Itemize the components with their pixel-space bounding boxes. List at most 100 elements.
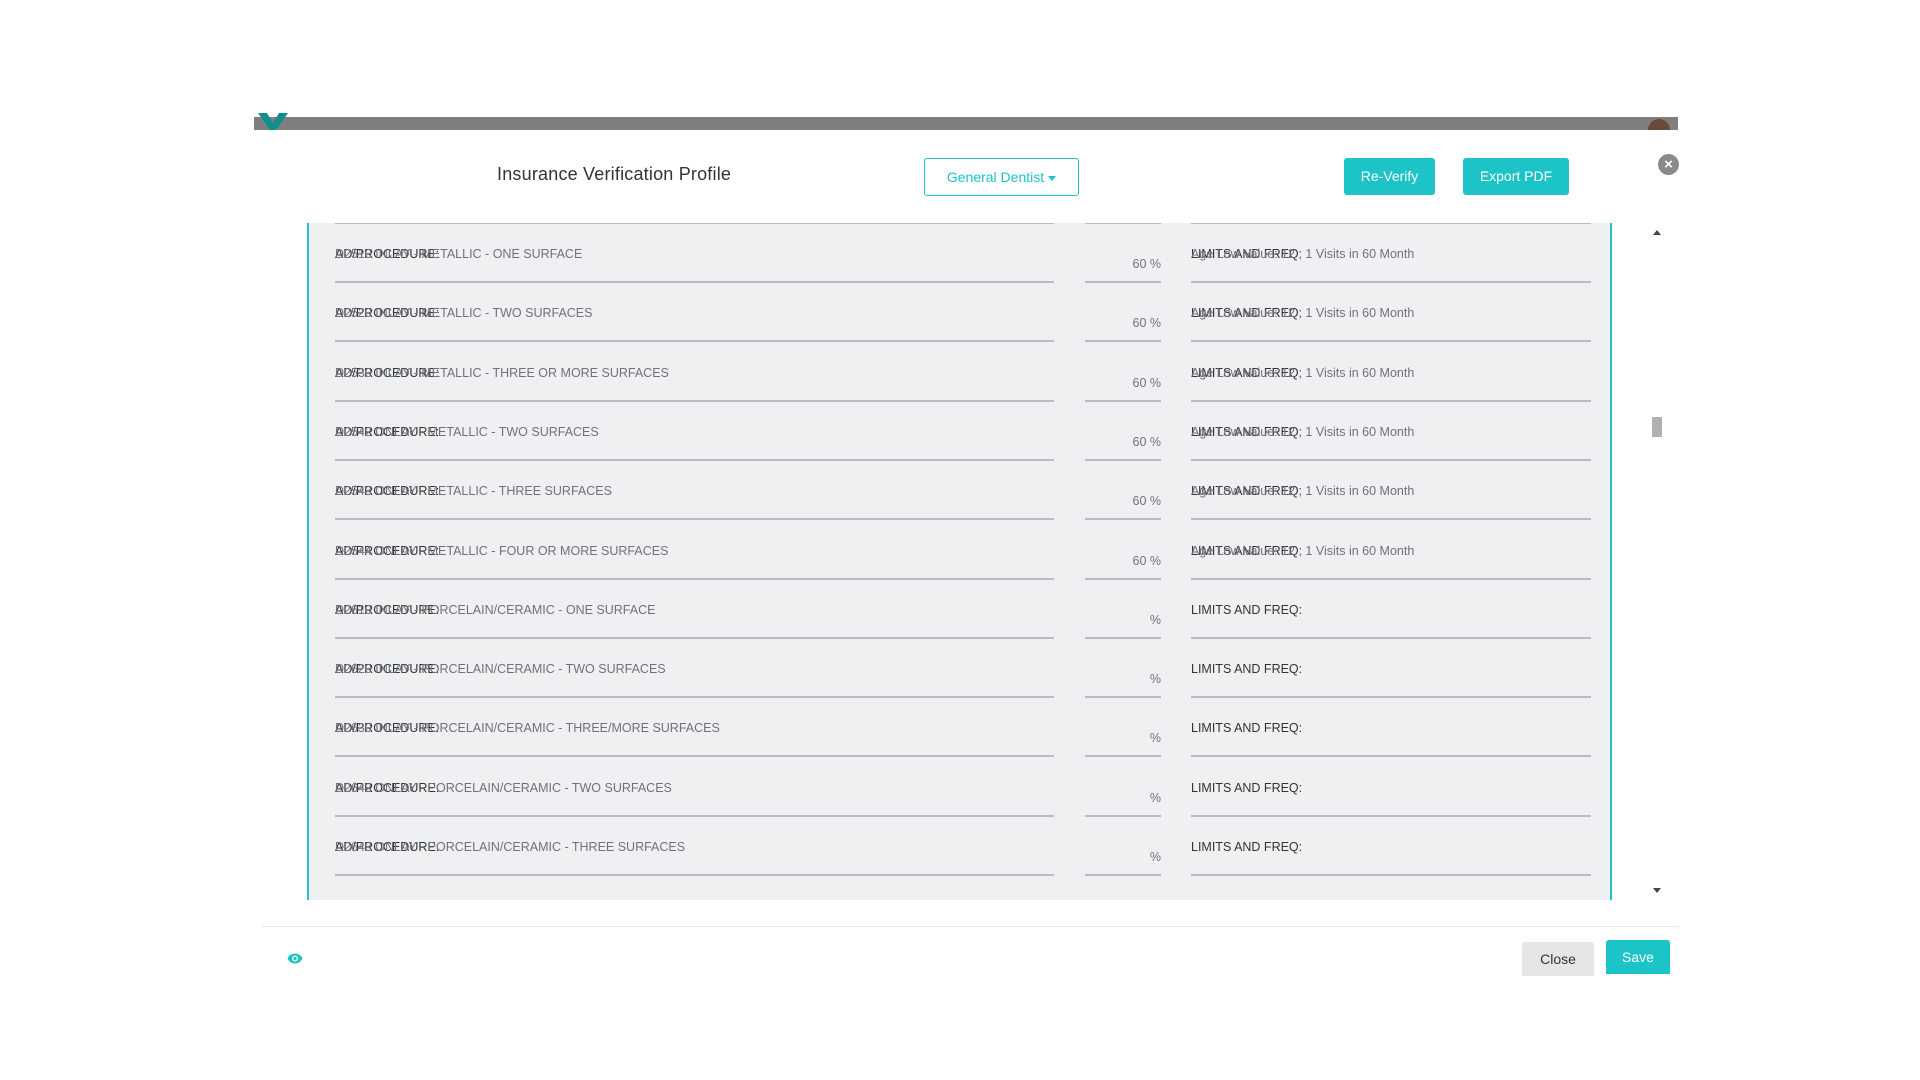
scrollbar[interactable] bbox=[1652, 227, 1662, 895]
limits-field[interactable]: LIMITS AND FREQ: bbox=[1191, 777, 1591, 817]
coverage-percent-field[interactable]: 60 % bbox=[1085, 540, 1161, 580]
procedure-field[interactable]: AD/PROCEDURE: D2610 INLAY - PORCELAIN/CE… bbox=[335, 599, 1054, 639]
scroll-up-arrow-icon[interactable] bbox=[1653, 230, 1661, 235]
procedure-value: D2510 INLAY - METALLIC - ONE SURFACE bbox=[335, 247, 583, 261]
table-row: AD/PROCEDURE: D2543 ONLAY - METALLIC - T… bbox=[335, 480, 1591, 521]
limits-value: Age Low Value: 12 ; 1 Visits in 60 Month bbox=[1191, 543, 1415, 558]
table-row: AD/PROCEDURE: D2510 INLAY - METALLIC - O… bbox=[335, 243, 1591, 283]
table-row: AD/PROCEDURE: D2630 INLAY - PORCELAIN/CE… bbox=[335, 717, 1591, 758]
limits-value: Age Low Value: 12 ; 1 Visits in 60 Month bbox=[1191, 365, 1415, 380]
coverage-percent-field[interactable]: % bbox=[1085, 599, 1161, 639]
insurance-verification-modal: Insurance Verification Profile General D… bbox=[254, 130, 1679, 976]
limits-field[interactable]: LIMITS AND FREQ: bbox=[1191, 599, 1591, 639]
limits-label: LIMITS AND FREQ: bbox=[1191, 780, 1303, 795]
procedure-field[interactable]: AD/PROCEDURE: D2630 INLAY - PORCELAIN/CE… bbox=[335, 717, 1054, 758]
table-row-partial bbox=[335, 223, 1591, 224]
limits-field[interactable]: LIMITS AND FREQ: bbox=[1191, 717, 1591, 758]
footer-divider bbox=[262, 926, 1678, 927]
limits-label: LIMITS AND FREQ: bbox=[1191, 840, 1303, 854]
procedure-field[interactable]: AD/PROCEDURE: D2643 ONLAY - PORCELAIN/CE… bbox=[335, 836, 1054, 876]
procedure-field[interactable]: AD/PROCEDURE: D2544 ONLAY - METALLIC - F… bbox=[335, 540, 1054, 580]
coverage-percent-value: 60 % bbox=[1132, 316, 1162, 331]
page-title: Insurance Verification Profile bbox=[497, 164, 732, 184]
coverage-percent-value: 60 % bbox=[1132, 257, 1162, 271]
procedure-value: D2542 ONLAY - METALLIC - TWO SURFACES bbox=[335, 424, 599, 439]
close-circle-icon[interactable]: × bbox=[1658, 154, 1679, 175]
procedure-value: D2630 INLAY - PORCELAIN/CERAMIC - THREE/… bbox=[335, 721, 720, 736]
procedure-value: D2610 INLAY - PORCELAIN/CERAMIC - ONE SU… bbox=[335, 602, 656, 617]
coverage-percent-field[interactable]: 60 % bbox=[1085, 302, 1162, 343]
limits-value: Age Low Value: 12 ; 1 Visits in 60 Month bbox=[1191, 247, 1415, 261]
table-row: AD/PROCEDURE: D2544 ONLAY - METALLIC - F… bbox=[335, 540, 1591, 580]
limits-field[interactable]: LIMITS AND FREQ: bbox=[1191, 836, 1591, 876]
coverage-percent-field[interactable]: % bbox=[1085, 717, 1161, 758]
coverage-percent-field[interactable]: 60 % bbox=[1085, 421, 1161, 461]
procedure-field[interactable]: AD/PROCEDURE: D2530 INLAY - METALLIC - T… bbox=[335, 362, 1054, 402]
coverage-percent-value: 60 % bbox=[1132, 434, 1162, 449]
table-row: AD/PROCEDURE: D2520 INLAY - METALLIC - T… bbox=[335, 302, 1591, 343]
background-app-header bbox=[254, 113, 1678, 141]
procedure-field[interactable] bbox=[335, 223, 1054, 224]
procedure-field[interactable]: AD/PROCEDURE: D2620 INLAY - PORCELAIN/CE… bbox=[335, 658, 1054, 699]
limits-label: LIMITS AND FREQ: bbox=[1191, 662, 1303, 677]
procedure-value: D2543 ONLAY - METALLIC - THREE SURFACES bbox=[335, 484, 612, 499]
coverage-percent-field[interactable]: % bbox=[1085, 777, 1161, 817]
table-row: AD/PROCEDURE: D2530 INLAY - METALLIC - T… bbox=[335, 362, 1591, 402]
scrollbar-thumb[interactable] bbox=[1652, 417, 1662, 437]
export-pdf-button[interactable]: Export PDF bbox=[1463, 158, 1569, 195]
caret-down-icon bbox=[1048, 175, 1057, 181]
limits-field[interactable]: LIMITS AND FREQ: Age Low Value: 12 ; 1 V… bbox=[1191, 243, 1591, 283]
procedure-value: D2642 ONLAY - PORCELAIN/CERAMIC - TWO SU… bbox=[335, 780, 672, 795]
coverage-percent-field[interactable]: % bbox=[1085, 836, 1161, 876]
procedure-value: D2544 ONLAY - METALLIC - FOUR OR MORE SU… bbox=[335, 543, 669, 558]
save-button[interactable]: Save bbox=[1606, 940, 1670, 974]
coverage-percent-field[interactable]: 60 % bbox=[1085, 480, 1162, 521]
coverage-percent-value: % bbox=[1149, 850, 1161, 864]
coverage-percent-field[interactable] bbox=[1085, 223, 1161, 224]
provider-type-dropdown[interactable]: General Dentist bbox=[924, 158, 1079, 196]
scroll-down-arrow-icon[interactable] bbox=[1653, 888, 1661, 893]
table-row: AD/PROCEDURE: D2642 ONLAY - PORCELAIN/CE… bbox=[335, 777, 1591, 817]
coverage-percent-value: 60 % bbox=[1132, 494, 1162, 509]
coverage-percent-value: % bbox=[1149, 612, 1161, 627]
limits-field[interactable]: LIMITS AND FREQ: bbox=[1191, 658, 1591, 699]
limits-field[interactable]: LIMITS AND FREQ: Age Low Value: 12 ; 1 V… bbox=[1191, 362, 1591, 402]
eye-icon[interactable] bbox=[287, 953, 303, 964]
procedure-field[interactable]: AD/PROCEDURE: D2520 INLAY - METALLIC - T… bbox=[335, 302, 1054, 343]
coverage-percent-value: 60 % bbox=[1132, 553, 1162, 568]
limits-field[interactable]: LIMITS AND FREQ: Age Low Value: 12 ; 1 V… bbox=[1191, 421, 1591, 461]
limits-value: Age Low Value: 12 ; 1 Visits in 60 Month bbox=[1191, 306, 1415, 321]
limits-field[interactable]: LIMITS AND FREQ: Age Low Value: 12 ; 1 V… bbox=[1191, 540, 1591, 580]
procedure-value: D2530 INLAY - METALLIC - THREE OR MORE S… bbox=[335, 365, 669, 380]
reverify-button[interactable]: Re-Verify bbox=[1344, 158, 1435, 195]
limits-value: Age Low Value: 12 ; 1 Visits in 60 Month bbox=[1191, 424, 1415, 439]
procedure-list: AD/PROCEDURE: D2510 INLAY - METALLIC - O… bbox=[307, 223, 1612, 900]
coverage-percent-value: % bbox=[1149, 731, 1161, 746]
limits-label: LIMITS AND FREQ: bbox=[1191, 721, 1303, 736]
procedure-value: D2620 INLAY - PORCELAIN/CERAMIC - TWO SU… bbox=[335, 662, 666, 677]
coverage-percent-field[interactable]: 60 % bbox=[1085, 362, 1161, 402]
provider-type-label: General Dentist bbox=[946, 169, 1045, 185]
close-button[interactable]: Close bbox=[1522, 942, 1594, 976]
coverage-percent-field[interactable]: 60 % bbox=[1085, 243, 1161, 283]
procedure-field[interactable]: AD/PROCEDURE: D2510 INLAY - METALLIC - O… bbox=[335, 243, 1054, 283]
app-logo bbox=[258, 113, 288, 130]
limits-value: Age Low Value: 12 ; 1 Visits in 60 Month bbox=[1191, 484, 1415, 499]
procedure-field[interactable]: AD/PROCEDURE: D2543 ONLAY - METALLIC - T… bbox=[335, 480, 1054, 521]
table-row: AD/PROCEDURE: D2542 ONLAY - METALLIC - T… bbox=[335, 421, 1591, 461]
limits-label: LIMITS AND FREQ: bbox=[1191, 602, 1303, 617]
limits-field[interactable]: LIMITS AND FREQ: Age Low Value: 12 ; 1 V… bbox=[1191, 302, 1591, 343]
coverage-percent-value: % bbox=[1149, 672, 1161, 687]
procedure-value: D2643 ONLAY - PORCELAIN/CERAMIC - THREE … bbox=[335, 840, 686, 854]
limits-field[interactable]: LIMITS AND FREQ: Age Low Value: 12 ; 1 V… bbox=[1191, 480, 1591, 521]
coverage-percent-value: % bbox=[1149, 790, 1161, 805]
procedure-value: D2520 INLAY - METALLIC - TWO SURFACES bbox=[335, 306, 593, 321]
procedure-field[interactable]: AD/PROCEDURE: D2642 ONLAY - PORCELAIN/CE… bbox=[335, 777, 1054, 817]
limits-field[interactable] bbox=[1191, 223, 1591, 224]
procedure-field[interactable]: AD/PROCEDURE: D2542 ONLAY - METALLIC - T… bbox=[335, 421, 1054, 461]
table-row: AD/PROCEDURE: D2610 INLAY - PORCELAIN/CE… bbox=[335, 599, 1591, 639]
table-row: AD/PROCEDURE: D2643 ONLAY - PORCELAIN/CE… bbox=[335, 836, 1591, 876]
coverage-percent-value: 60 % bbox=[1132, 375, 1162, 390]
coverage-percent-field[interactable]: % bbox=[1085, 658, 1161, 699]
table-row: AD/PROCEDURE: D2620 INLAY - PORCELAIN/CE… bbox=[335, 658, 1591, 699]
